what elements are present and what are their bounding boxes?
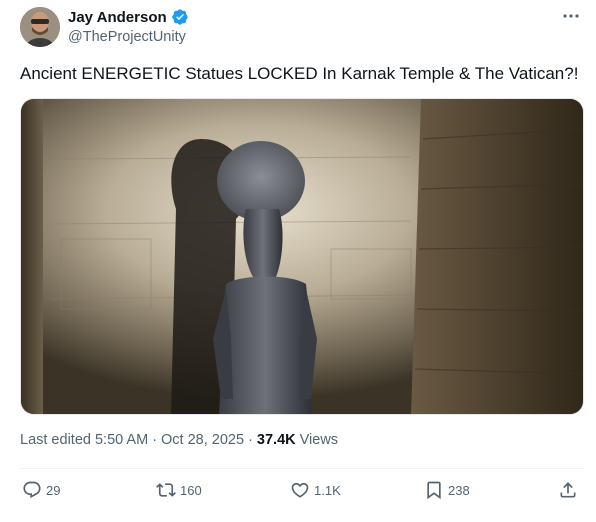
reply-count: 29: [46, 482, 61, 498]
heart-icon: [290, 480, 310, 500]
repost-count: 160: [180, 482, 202, 498]
like-button[interactable]: 1.1K: [290, 480, 341, 500]
author-display-name[interactable]: Jay Anderson: [68, 9, 167, 26]
author-handle[interactable]: @TheProjectUnity: [68, 29, 186, 45]
like-count: 1.1K: [314, 482, 341, 498]
verified-badge-icon: [171, 8, 189, 26]
tweet-meta: Last edited 5:50 AM · Oct 28, 2025 · 37.…: [20, 432, 338, 448]
bookmark-count: 238: [448, 482, 470, 498]
divider: [20, 468, 584, 469]
tweet-text: Ancient ENERGETIC Statues LOCKED In Karn…: [20, 64, 579, 83]
more-options-icon[interactable]: [560, 6, 582, 26]
tweet-media-image[interactable]: [20, 98, 584, 415]
reply-button[interactable]: 29: [22, 480, 60, 500]
views-count: 37.4K: [256, 432, 296, 448]
bookmark-icon: [424, 480, 444, 500]
reply-icon: [22, 480, 42, 500]
action-bar: 29 160 1.1K 238: [20, 480, 584, 506]
share-icon: [558, 480, 578, 500]
bookmark-button[interactable]: 238: [424, 480, 470, 500]
repost-button[interactable]: 160: [156, 480, 202, 500]
repost-icon: [156, 480, 176, 500]
share-button[interactable]: [558, 480, 578, 500]
avatar[interactable]: [20, 7, 60, 47]
meta-separator: ·: [152, 432, 158, 448]
views-label: Views: [299, 432, 339, 448]
edited-label[interactable]: Last edited: [20, 432, 91, 448]
tweet-date[interactable]: Oct 28, 2025: [161, 432, 244, 448]
meta-separator: ·: [248, 432, 253, 448]
tweet-time[interactable]: 5:50 AM: [95, 432, 148, 448]
